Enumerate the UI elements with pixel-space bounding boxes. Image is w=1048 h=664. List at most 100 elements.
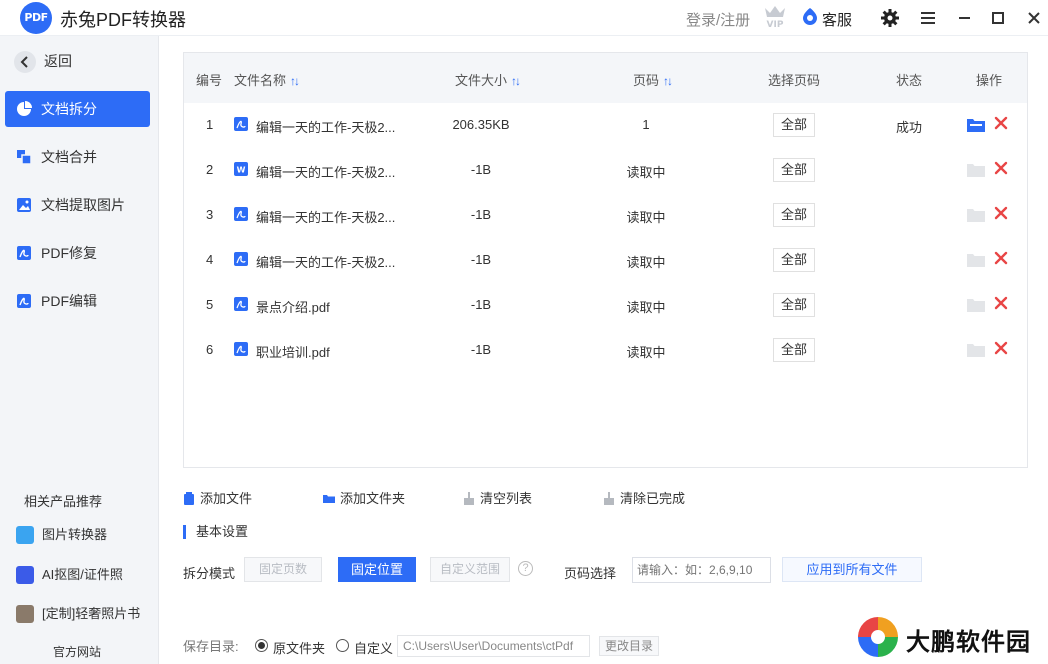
sort-icon[interactable]: ↑↓ <box>290 74 300 88</box>
sidebar-item-extract-images[interactable]: 文档提取图片 <box>5 187 150 223</box>
table-row[interactable]: 6 职业培训.pdf -1B 读取中 全部 <box>184 328 1027 373</box>
sort-icon[interactable]: ↑↓ <box>663 74 673 88</box>
official-website-link[interactable]: 官方网站 <box>53 643 101 660</box>
row-select-pages-button[interactable]: 全部 <box>773 293 815 317</box>
table-row[interactable]: 4 编辑一天的工作-天极2... -1B 读取中 全部 <box>184 238 1027 283</box>
open-folder-icon[interactable] <box>967 117 985 132</box>
sidebar: 返回 文档拆分 文档合并 文档提取图片 PDF修复 PDF编辑 相关产品推荐 图… <box>0 36 159 664</box>
table-row[interactable]: 3 编辑一天的工作-天极2... -1B 读取中 全部 <box>184 193 1027 238</box>
table-row[interactable]: 1 编辑一天的工作-天极2... 206.35KB 1 全部 成功 <box>184 103 1027 148</box>
custom-folder-label[interactable]: 自定义 <box>354 638 393 657</box>
delete-icon[interactable] <box>994 206 1008 220</box>
pdf-icon <box>17 246 31 260</box>
product-image-converter[interactable]: 图片转换器 <box>16 525 107 545</box>
sidebar-item-label: PDF编辑 <box>41 293 97 309</box>
open-folder-icon[interactable] <box>967 252 985 267</box>
pdf-file-icon <box>234 207 248 221</box>
row-select-pages-button[interactable]: 全部 <box>773 158 815 182</box>
sidebar-item-label: 文档拆分 <box>41 101 97 117</box>
folder-icon <box>323 495 335 503</box>
table-row[interactable]: 5 景点介绍.pdf -1B 读取中 全部 <box>184 283 1027 328</box>
open-folder-icon[interactable] <box>967 162 985 177</box>
row-index: 3 <box>206 207 214 222</box>
maximize-icon[interactable] <box>988 8 1008 28</box>
sort-icon[interactable]: ↑↓ <box>511 74 521 88</box>
sidebar-item-label: 文档合并 <box>41 149 97 165</box>
mode-fixed-pages-button[interactable]: 固定页数 <box>244 557 322 582</box>
delete-icon[interactable] <box>994 296 1008 310</box>
open-folder-icon[interactable] <box>967 342 985 357</box>
table-header: 编号 文件名称 ↑↓ 文件大小 ↑↓ 页码 ↑↓ 选择页码 状态 操作 <box>184 53 1027 103</box>
product-photobook[interactable]: [定制]轻奢照片书 <box>16 604 140 624</box>
add-file-button[interactable]: 添加文件 <box>183 491 252 507</box>
clear-list-button[interactable]: 清空列表 <box>463 491 532 507</box>
apply-to-all-button[interactable]: 应用到所有文件 <box>782 557 922 582</box>
menu-icon[interactable] <box>918 8 938 28</box>
minimize-icon[interactable] <box>954 8 974 28</box>
page-select-label: 页码选择 <box>564 566 617 581</box>
row-file-name: 景点介绍.pdf <box>256 300 330 315</box>
login-register-link[interactable]: 登录/注册 <box>686 9 750 30</box>
table-row[interactable]: 2 W 编辑一天的工作-天极2... -1B 读取中 全部 <box>184 148 1027 193</box>
row-pages: 读取中 <box>626 255 666 270</box>
sidebar-item-split[interactable]: 文档拆分 <box>5 91 150 127</box>
watermark-text: 大鹏软件园 <box>906 629 1031 656</box>
save-dir-label: 保存目录: <box>183 639 239 654</box>
row-file-name: 编辑一天的工作-天极2... <box>256 165 396 180</box>
mode-custom-range-button[interactable]: 自定义范围 <box>430 557 510 582</box>
row-select-pages-button[interactable]: 全部 <box>773 338 815 362</box>
save-path-field[interactable]: C:\Users\User\Documents\ctPdf <box>397 635 590 657</box>
help-icon[interactable]: ? <box>518 561 533 576</box>
delete-icon[interactable] <box>994 116 1008 130</box>
main-panel: 编号 文件名称 ↑↓ 文件大小 ↑↓ 页码 ↑↓ 选择页码 状态 操作 1 编辑一天的工… <box>159 36 1048 664</box>
header-pages[interactable]: 页码 ↑↓ <box>633 70 673 89</box>
back-label: 返回 <box>44 53 72 69</box>
sidebar-item-label: PDF修复 <box>41 245 97 261</box>
back-arrow-icon <box>14 51 36 74</box>
radio-original-folder[interactable] <box>255 639 268 652</box>
open-folder-icon[interactable] <box>967 207 985 222</box>
title-bar: PDF 赤兔PDF转换器 登录/注册 VIP 客服 <box>0 0 1048 36</box>
product-label: 图片转换器 <box>42 527 108 542</box>
settings-gear-icon[interactable] <box>880 8 900 28</box>
header-name[interactable]: 文件名称 ↑↓ <box>234 70 300 89</box>
row-index: 4 <box>206 252 214 267</box>
pdf-file-icon <box>234 252 248 266</box>
row-select-pages-button[interactable]: 全部 <box>773 248 815 272</box>
header-actions: 操作 <box>976 73 1003 88</box>
delete-icon[interactable] <box>994 341 1008 355</box>
radio-custom-folder[interactable] <box>336 639 349 652</box>
broom-icon <box>604 492 614 505</box>
row-select-pages-button[interactable]: 全部 <box>773 113 815 137</box>
close-icon[interactable] <box>1024 8 1044 28</box>
change-dir-button[interactable]: 更改目录 <box>599 636 659 656</box>
image-converter-icon <box>16 526 34 544</box>
row-pages: 1 <box>642 117 650 132</box>
original-folder-label[interactable]: 原文件夹 <box>273 638 325 657</box>
row-file-size: -1B <box>470 252 492 267</box>
sidebar-item-pdf-repair[interactable]: PDF修复 <box>5 235 150 271</box>
back-button[interactable]: 返回 <box>14 50 72 74</box>
vip-crown-icon[interactable]: VIP <box>762 2 788 30</box>
open-folder-icon[interactable] <box>967 297 985 312</box>
pdf-file-icon <box>234 342 248 356</box>
mode-fixed-position-button[interactable]: 固定位置 <box>338 557 416 582</box>
sidebar-item-pdf-edit[interactable]: PDF编辑 <box>5 283 150 319</box>
row-select-pages-button[interactable]: 全部 <box>773 203 815 227</box>
sidebar-item-merge[interactable]: 文档合并 <box>5 139 150 175</box>
clear-completed-button[interactable]: 清除已完成 <box>603 491 685 507</box>
delete-icon[interactable] <box>994 161 1008 175</box>
delete-icon[interactable] <box>994 251 1008 265</box>
page-select-input[interactable] <box>632 557 771 583</box>
row-index: 6 <box>206 342 214 357</box>
row-file-name: 编辑一天的工作-天极2... <box>256 210 396 225</box>
header-size[interactable]: 文件大小 ↑↓ <box>455 70 521 89</box>
row-file-name: 职业培训.pdf <box>256 345 330 360</box>
customer-service-icon[interactable] <box>801 7 819 25</box>
customer-service-label[interactable]: 客服 <box>822 9 852 30</box>
product-ai-cutout[interactable]: AI抠图/证件照 <box>16 565 123 585</box>
app-logo: PDF <box>20 2 52 34</box>
watermark-logo-icon <box>858 617 898 657</box>
product-label: AI抠图/证件照 <box>42 567 123 582</box>
add-folder-button[interactable]: 添加文件夹 <box>323 491 405 507</box>
